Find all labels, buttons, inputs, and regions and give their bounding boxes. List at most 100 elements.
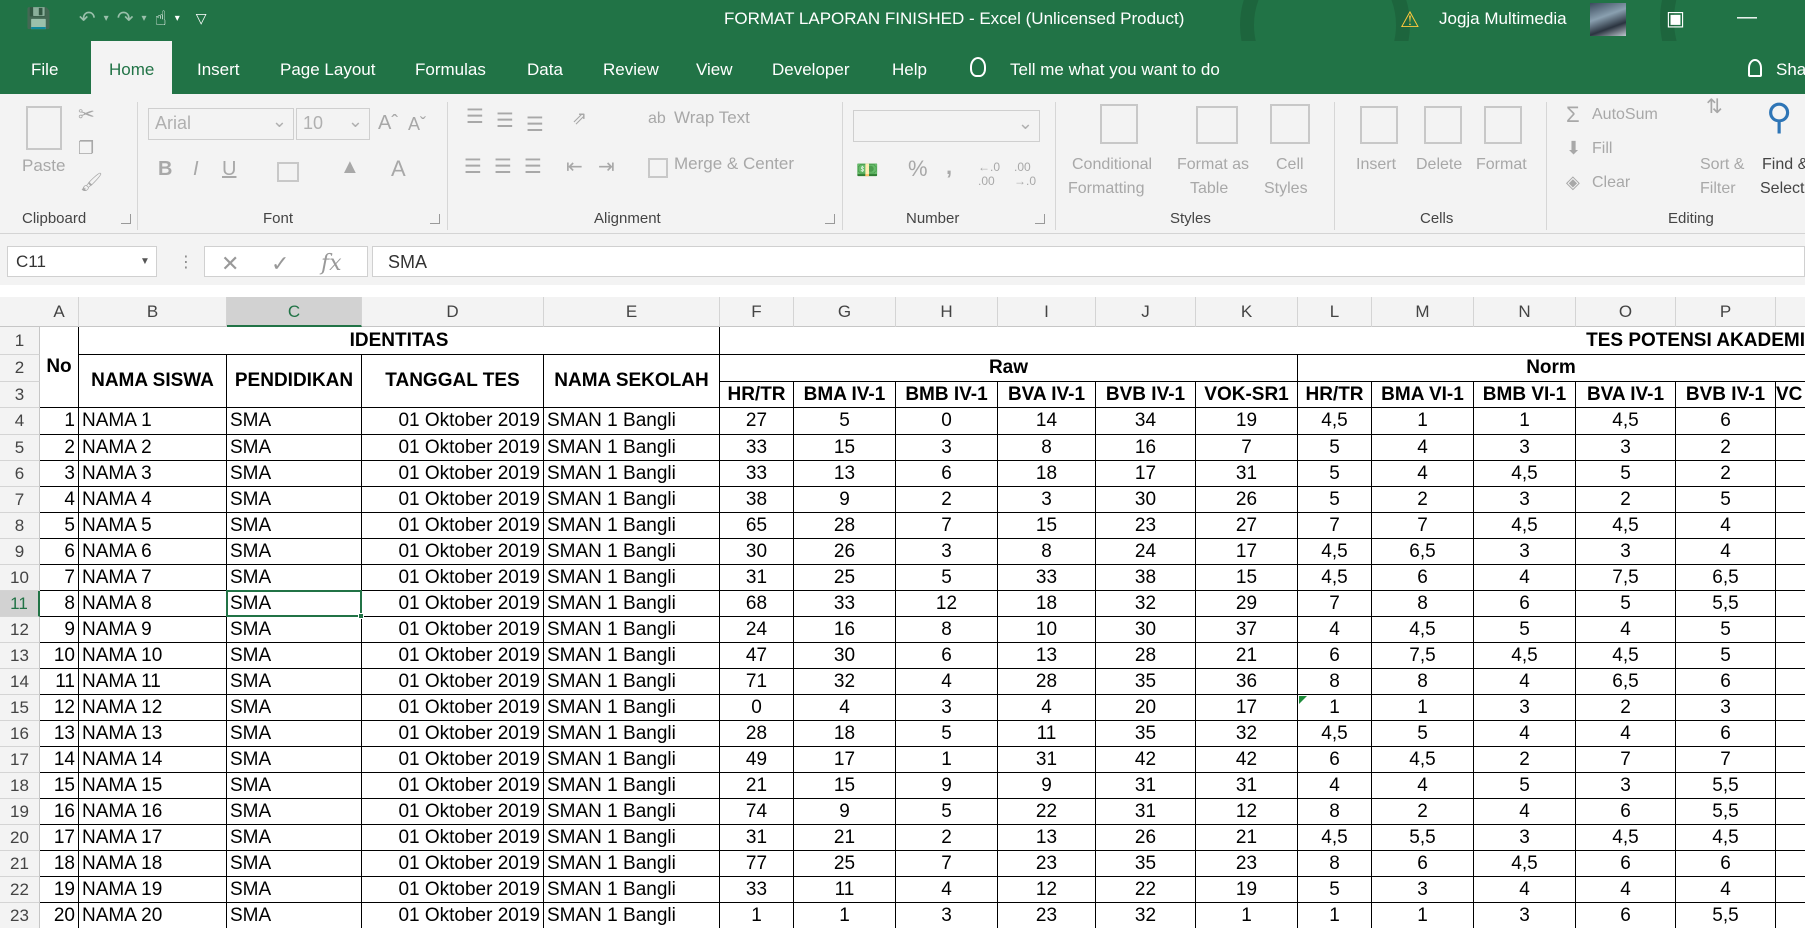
cell-norm-score[interactable]: 3	[1576, 435, 1676, 461]
touch-mode-icon[interactable]: ☝	[155, 6, 167, 31]
cell-norm-score[interactable]: 4,5	[1372, 747, 1474, 773]
cell-norm-vc[interactable]	[1776, 513, 1805, 539]
cell-nama-siswa[interactable]: NAMA 13	[79, 721, 227, 747]
cell-norm-vc[interactable]	[1776, 825, 1805, 851]
cell-raw-score[interactable]: 28	[998, 669, 1096, 695]
cell-raw-score[interactable]: 12	[998, 877, 1096, 903]
cell-norm-score[interactable]: 7	[1676, 747, 1776, 773]
cell-tanggal-tes[interactable]: 01 Oktober 2019	[362, 695, 544, 721]
cell-norm-score[interactable]: 2	[1576, 695, 1676, 721]
cell-no[interactable]: 12	[40, 695, 79, 721]
underline-button[interactable]: U	[222, 158, 236, 181]
cell-raw-score[interactable]: 47	[720, 643, 794, 669]
cell-norm-score[interactable]: 8	[1298, 799, 1372, 825]
cell-pendidikan[interactable]: SMA	[227, 695, 362, 721]
cell-raw-score[interactable]: 4	[794, 695, 896, 721]
cell-nama-sekolah[interactable]: SMAN 1 Bangli	[544, 513, 720, 539]
insert-cells-button[interactable]: Insert	[1356, 156, 1396, 174]
cell-norm-vc[interactable]	[1776, 617, 1805, 643]
cell-raw-score[interactable]: 21	[720, 773, 794, 799]
cell-raw-score[interactable]: 35	[1096, 851, 1196, 877]
cell-norm-score[interactable]: 1	[1372, 408, 1474, 435]
cell-norm-score[interactable]: 7,5	[1372, 643, 1474, 669]
minimize-icon[interactable]: —	[1737, 6, 1757, 29]
cell-nama-sekolah[interactable]: SMAN 1 Bangli	[544, 695, 720, 721]
cell-raw-score[interactable]: 36	[1196, 669, 1298, 695]
cell-norm-score[interactable]: 6	[1372, 565, 1474, 591]
paste-icon[interactable]	[26, 106, 62, 150]
cell-nama-siswa[interactable]: NAMA 19	[79, 877, 227, 903]
cell-norm-score[interactable]: 6	[1372, 851, 1474, 877]
cell-norm-score[interactable]: 6	[1676, 408, 1776, 435]
cell-nama-sekolah[interactable]: SMAN 1 Bangli	[544, 799, 720, 825]
cell-raw-score[interactable]: 25	[794, 851, 896, 877]
cell-raw-score[interactable]: 18	[794, 721, 896, 747]
cell-raw-score[interactable]: 9	[998, 773, 1096, 799]
cell-raw-score[interactable]: 32	[794, 669, 896, 695]
cell-raw-score[interactable]: 3	[896, 903, 998, 928]
cell-raw-score[interactable]: 31	[998, 747, 1096, 773]
cell-norm-score[interactable]: 3	[1372, 877, 1474, 903]
cell-raw-score[interactable]: 7	[896, 513, 998, 539]
column-header-a[interactable]: A	[40, 297, 79, 327]
cell-norm-score[interactable]: 6	[1298, 747, 1372, 773]
column-header-l[interactable]: L	[1298, 297, 1372, 327]
cell-norm-score[interactable]: 2	[1372, 799, 1474, 825]
tab-review[interactable]: Review	[603, 41, 659, 94]
cell-norm-score[interactable]: 6,5	[1576, 669, 1676, 695]
cancel-icon[interactable]: ✕	[221, 251, 239, 277]
cell-nama-sekolah[interactable]: SMAN 1 Bangli	[544, 851, 720, 877]
cell-norm-score[interactable]: 4,5	[1676, 825, 1776, 851]
cell-norm-score[interactable]: 6	[1676, 851, 1776, 877]
cell-norm-score[interactable]: 5	[1676, 617, 1776, 643]
cell-tanggal-tes[interactable]: 01 Oktober 2019	[362, 721, 544, 747]
cell-pendidikan[interactable]: SMA	[227, 903, 362, 928]
cell-norm-score[interactable]: 2	[1372, 487, 1474, 513]
cell-norm-vc[interactable]	[1776, 565, 1805, 591]
cell-nama-siswa[interactable]: NAMA 11	[79, 669, 227, 695]
cell-raw-score[interactable]: 1	[1196, 903, 1298, 928]
cell-raw-score[interactable]: 20	[1096, 695, 1196, 721]
cell-norm-score[interactable]: 4,5	[1298, 565, 1372, 591]
name-box-dropdown-icon[interactable]: ▼	[140, 256, 150, 267]
cell-raw-score[interactable]: 10	[998, 617, 1096, 643]
cell-norm-score[interactable]: 4,5	[1576, 643, 1676, 669]
cell-norm-score[interactable]: 4	[1298, 617, 1372, 643]
cell-norm-score[interactable]: 4	[1474, 877, 1576, 903]
cell-pendidikan[interactable]: SMA	[227, 799, 362, 825]
cell-norm-score[interactable]: 6	[1576, 903, 1676, 928]
cell-nama-siswa[interactable]: NAMA 5	[79, 513, 227, 539]
column-header-e[interactable]: E	[544, 297, 720, 327]
cell-nama-siswa[interactable]: NAMA 14	[79, 747, 227, 773]
cell-raw-score[interactable]: 26	[794, 539, 896, 565]
cell-nama-sekolah[interactable]: SMAN 1 Bangli	[544, 747, 720, 773]
cell-raw-score[interactable]: 16	[1096, 435, 1196, 461]
fill-button[interactable]: Fill	[1592, 140, 1612, 158]
cell-norm-vc[interactable]	[1776, 435, 1805, 461]
cell-raw-score[interactable]: 7	[1196, 435, 1298, 461]
cell-norm-vc[interactable]	[1776, 721, 1805, 747]
cell-norm-score[interactable]: 4	[1298, 773, 1372, 799]
tab-developer[interactable]: Developer	[772, 41, 850, 94]
cell-raw-score[interactable]: 1	[720, 903, 794, 928]
cell-raw-score[interactable]: 27	[720, 408, 794, 435]
cell-norm-score[interactable]: 1	[1298, 695, 1372, 721]
column-header-m[interactable]: M	[1372, 297, 1474, 327]
cell-norm-score[interactable]: 3	[1474, 903, 1576, 928]
cell-norm-score[interactable]: 1	[1298, 903, 1372, 928]
tab-page-layout[interactable]: Page Layout	[280, 41, 375, 94]
ribbon-display-icon[interactable]: ▣	[1666, 6, 1685, 31]
cell-norm-score[interactable]: 4	[1676, 877, 1776, 903]
font-size-combo[interactable]: 10 ⌄	[296, 108, 370, 140]
cell-raw-score[interactable]: 11	[998, 721, 1096, 747]
cell-raw-score[interactable]: 65	[720, 513, 794, 539]
cell-norm-score[interactable]: 4	[1474, 669, 1576, 695]
cell-pendidikan[interactable]: SMA	[227, 877, 362, 903]
cell-raw-score[interactable]: 28	[794, 513, 896, 539]
font-name-combo[interactable]: Arial ⌄	[148, 108, 294, 140]
cell-raw-score[interactable]: 35	[1096, 721, 1196, 747]
cell-pendidikan[interactable]: SMA	[227, 721, 362, 747]
cell-raw-score[interactable]: 30	[794, 643, 896, 669]
cell-nama-sekolah[interactable]: SMAN 1 Bangli	[544, 669, 720, 695]
font-launcher-icon[interactable]	[430, 214, 440, 224]
